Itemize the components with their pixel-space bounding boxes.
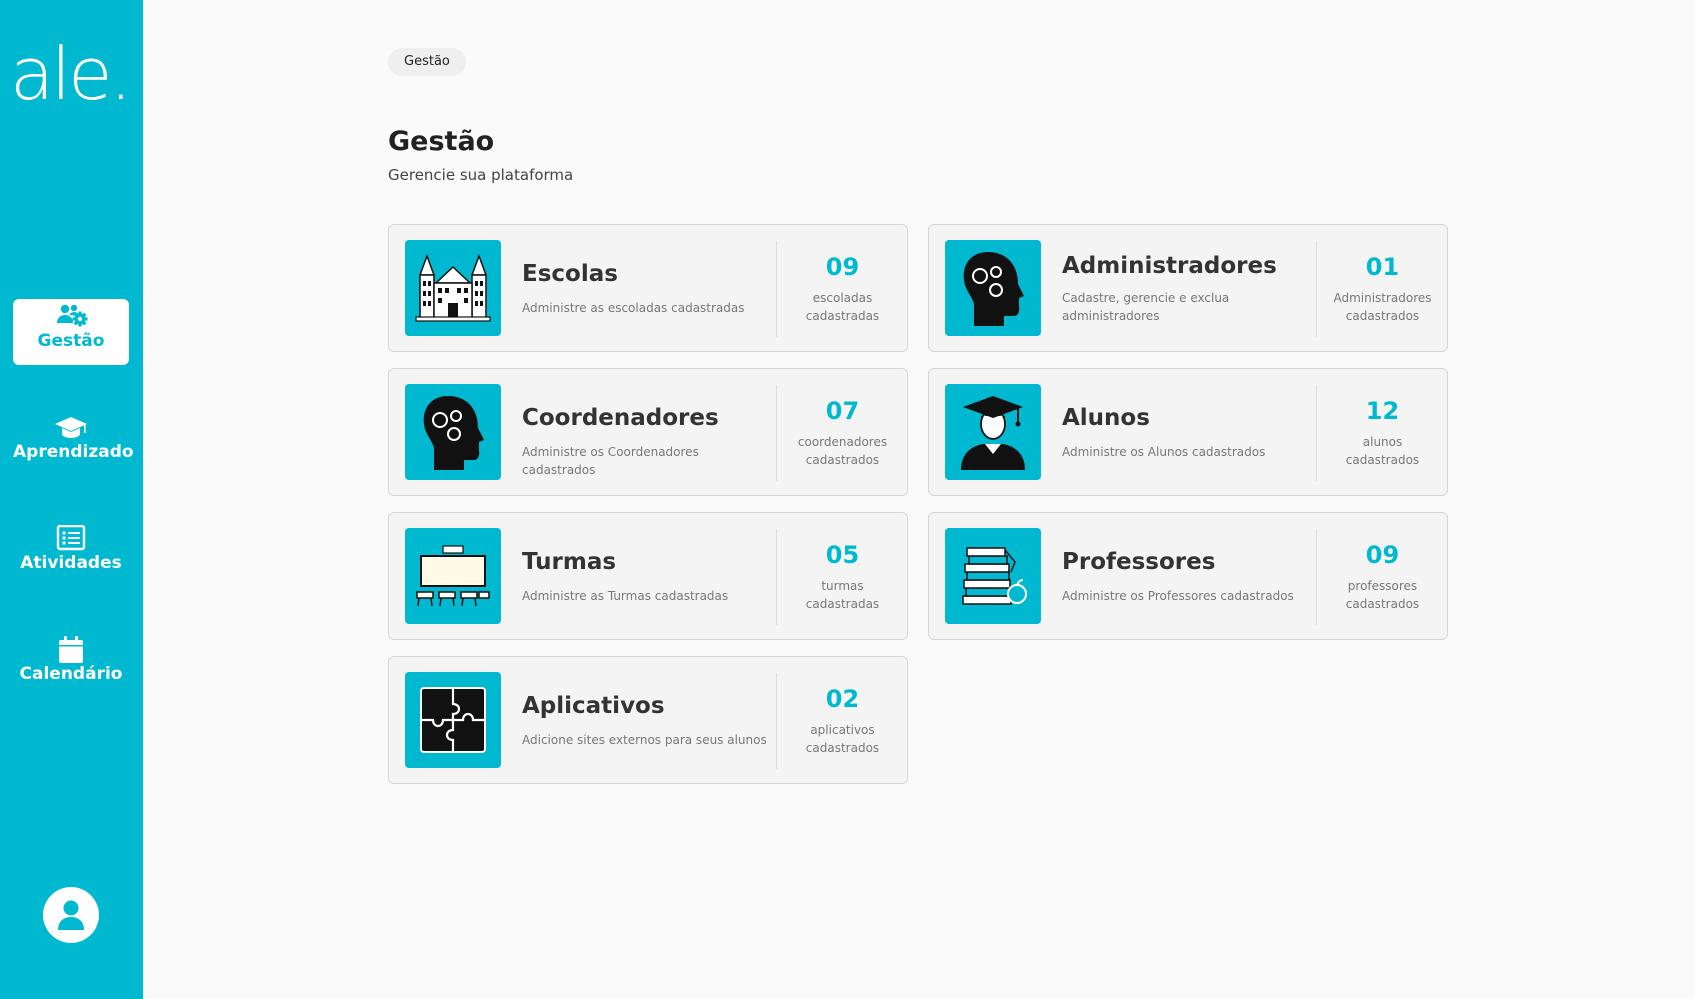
count-label-line2: cadastrados (805, 453, 880, 467)
user-icon (58, 900, 84, 930)
calendar-icon (13, 632, 129, 663)
card-title: Administradores (1062, 253, 1277, 279)
card-escolas[interactable]: Escolas Administre as escoladas cadastra… (388, 224, 908, 352)
card-count-label: escoladas cadastradas (777, 289, 908, 325)
count-label-line1: turmas (821, 579, 864, 593)
card-coordenadores[interactable]: Coordenadores Administre os Coordenadore… (388, 368, 908, 496)
card-description: Administre as Turmas cadastradas (522, 589, 729, 603)
page-subtitle: Gerencie sua plataforma (388, 166, 574, 184)
card-alunos[interactable]: Alunos Administre os Alunos cadastrados … (928, 368, 1448, 496)
count-label-line2: cadastrados (805, 741, 880, 755)
card-count: 12 (1365, 397, 1400, 425)
count-label-line1: professores (1347, 579, 1418, 593)
sidebar-item-atividades[interactable]: Atividades (13, 521, 129, 587)
card-count: 09 (825, 253, 860, 281)
breadcrumb[interactable]: Gestão (388, 48, 466, 76)
school-building-icon (405, 240, 501, 336)
count-label-line2: cadastrados (1345, 453, 1420, 467)
classroom-icon (405, 528, 501, 624)
card-description: Adicione sites externos para seus alunos (522, 733, 767, 747)
card-count-label: alunos cadastrados (1317, 433, 1448, 469)
count-label-line1: alunos (1362, 435, 1403, 449)
card-professores[interactable]: Professores Administre os Professores ca… (928, 512, 1448, 640)
card-count: 01 (1365, 253, 1400, 281)
card-count-label: coordenadores cadastrados (777, 433, 908, 469)
card-count-label: aplicativos cadastrados (777, 721, 908, 757)
head-gears-icon (945, 240, 1041, 336)
sidebar-item-label: Gestão (37, 331, 105, 351)
card-description: Administre as escoladas cadastradas (522, 301, 745, 315)
count-label-line1: aplicativos (810, 723, 875, 737)
sidebar-item-label: Atividades (20, 553, 122, 573)
sidebar: ale. Gestão Aprendizado Atividades Calen… (0, 0, 143, 999)
sidebar-item-gestao[interactable]: Gestão (13, 299, 129, 365)
graduation-cap-icon (13, 410, 129, 440)
card-administradores[interactable]: Administradores Cadastre, gerencie e exc… (928, 224, 1448, 352)
list-icon (13, 521, 129, 551)
app-logo[interactable]: ale. (10, 38, 132, 110)
count-label-line1: coordenadores (797, 435, 888, 449)
sidebar-item-label: Calendário (19, 664, 123, 684)
sidebar-item-aprendizado[interactable]: Aprendizado (13, 410, 134, 476)
card-title: Aplicativos (522, 693, 665, 719)
card-description: Administre os Alunos cadastrados (1062, 445, 1266, 459)
count-label-line2: cadastradas (805, 309, 880, 323)
count-label-line2: cadastradas (805, 597, 880, 611)
count-label-line2: cadastrados (1345, 309, 1420, 323)
card-description: Cadastre, gerencie e exclua administrado… (1062, 291, 1230, 323)
card-title: Turmas (522, 549, 617, 575)
card-count: 09 (1365, 541, 1400, 569)
card-count: 07 (825, 397, 860, 425)
books-apple-icon (945, 528, 1041, 624)
card-title: Professores (1062, 549, 1216, 575)
count-label-line1: Administradores (1333, 291, 1432, 305)
card-count-label: turmas cadastradas (777, 577, 908, 613)
head-gears-icon (405, 384, 501, 480)
card-title: Coordenadores (522, 405, 719, 431)
puzzle-icon (405, 672, 501, 768)
card-count: 05 (825, 541, 860, 569)
page-title: Gestão (388, 126, 495, 157)
card-description: Administre os Professores cadastrados (1062, 589, 1294, 603)
card-count: 02 (825, 685, 860, 713)
sidebar-item-calendario[interactable]: Calendário (13, 632, 129, 698)
sidebar-item-label: Aprendizado (13, 442, 134, 462)
card-count-label: Administradores cadastrados (1317, 289, 1448, 325)
avatar[interactable] (43, 887, 99, 943)
count-label-line1: escoladas (812, 291, 873, 305)
card-aplicativos[interactable]: Aplicativos Adicione sites externos para… (388, 656, 908, 784)
card-description: Administre os Coordenadores cadastrados (522, 445, 699, 477)
graduate-student-icon (945, 384, 1041, 480)
card-turmas[interactable]: Turmas Administre as Turmas cadastradas … (388, 512, 908, 640)
count-label-line2: cadastrados (1345, 597, 1420, 611)
card-title: Escolas (522, 261, 618, 287)
card-title: Alunos (1062, 405, 1150, 431)
card-count-label: professores cadastrados (1317, 577, 1448, 613)
users-gear-icon (13, 299, 129, 329)
